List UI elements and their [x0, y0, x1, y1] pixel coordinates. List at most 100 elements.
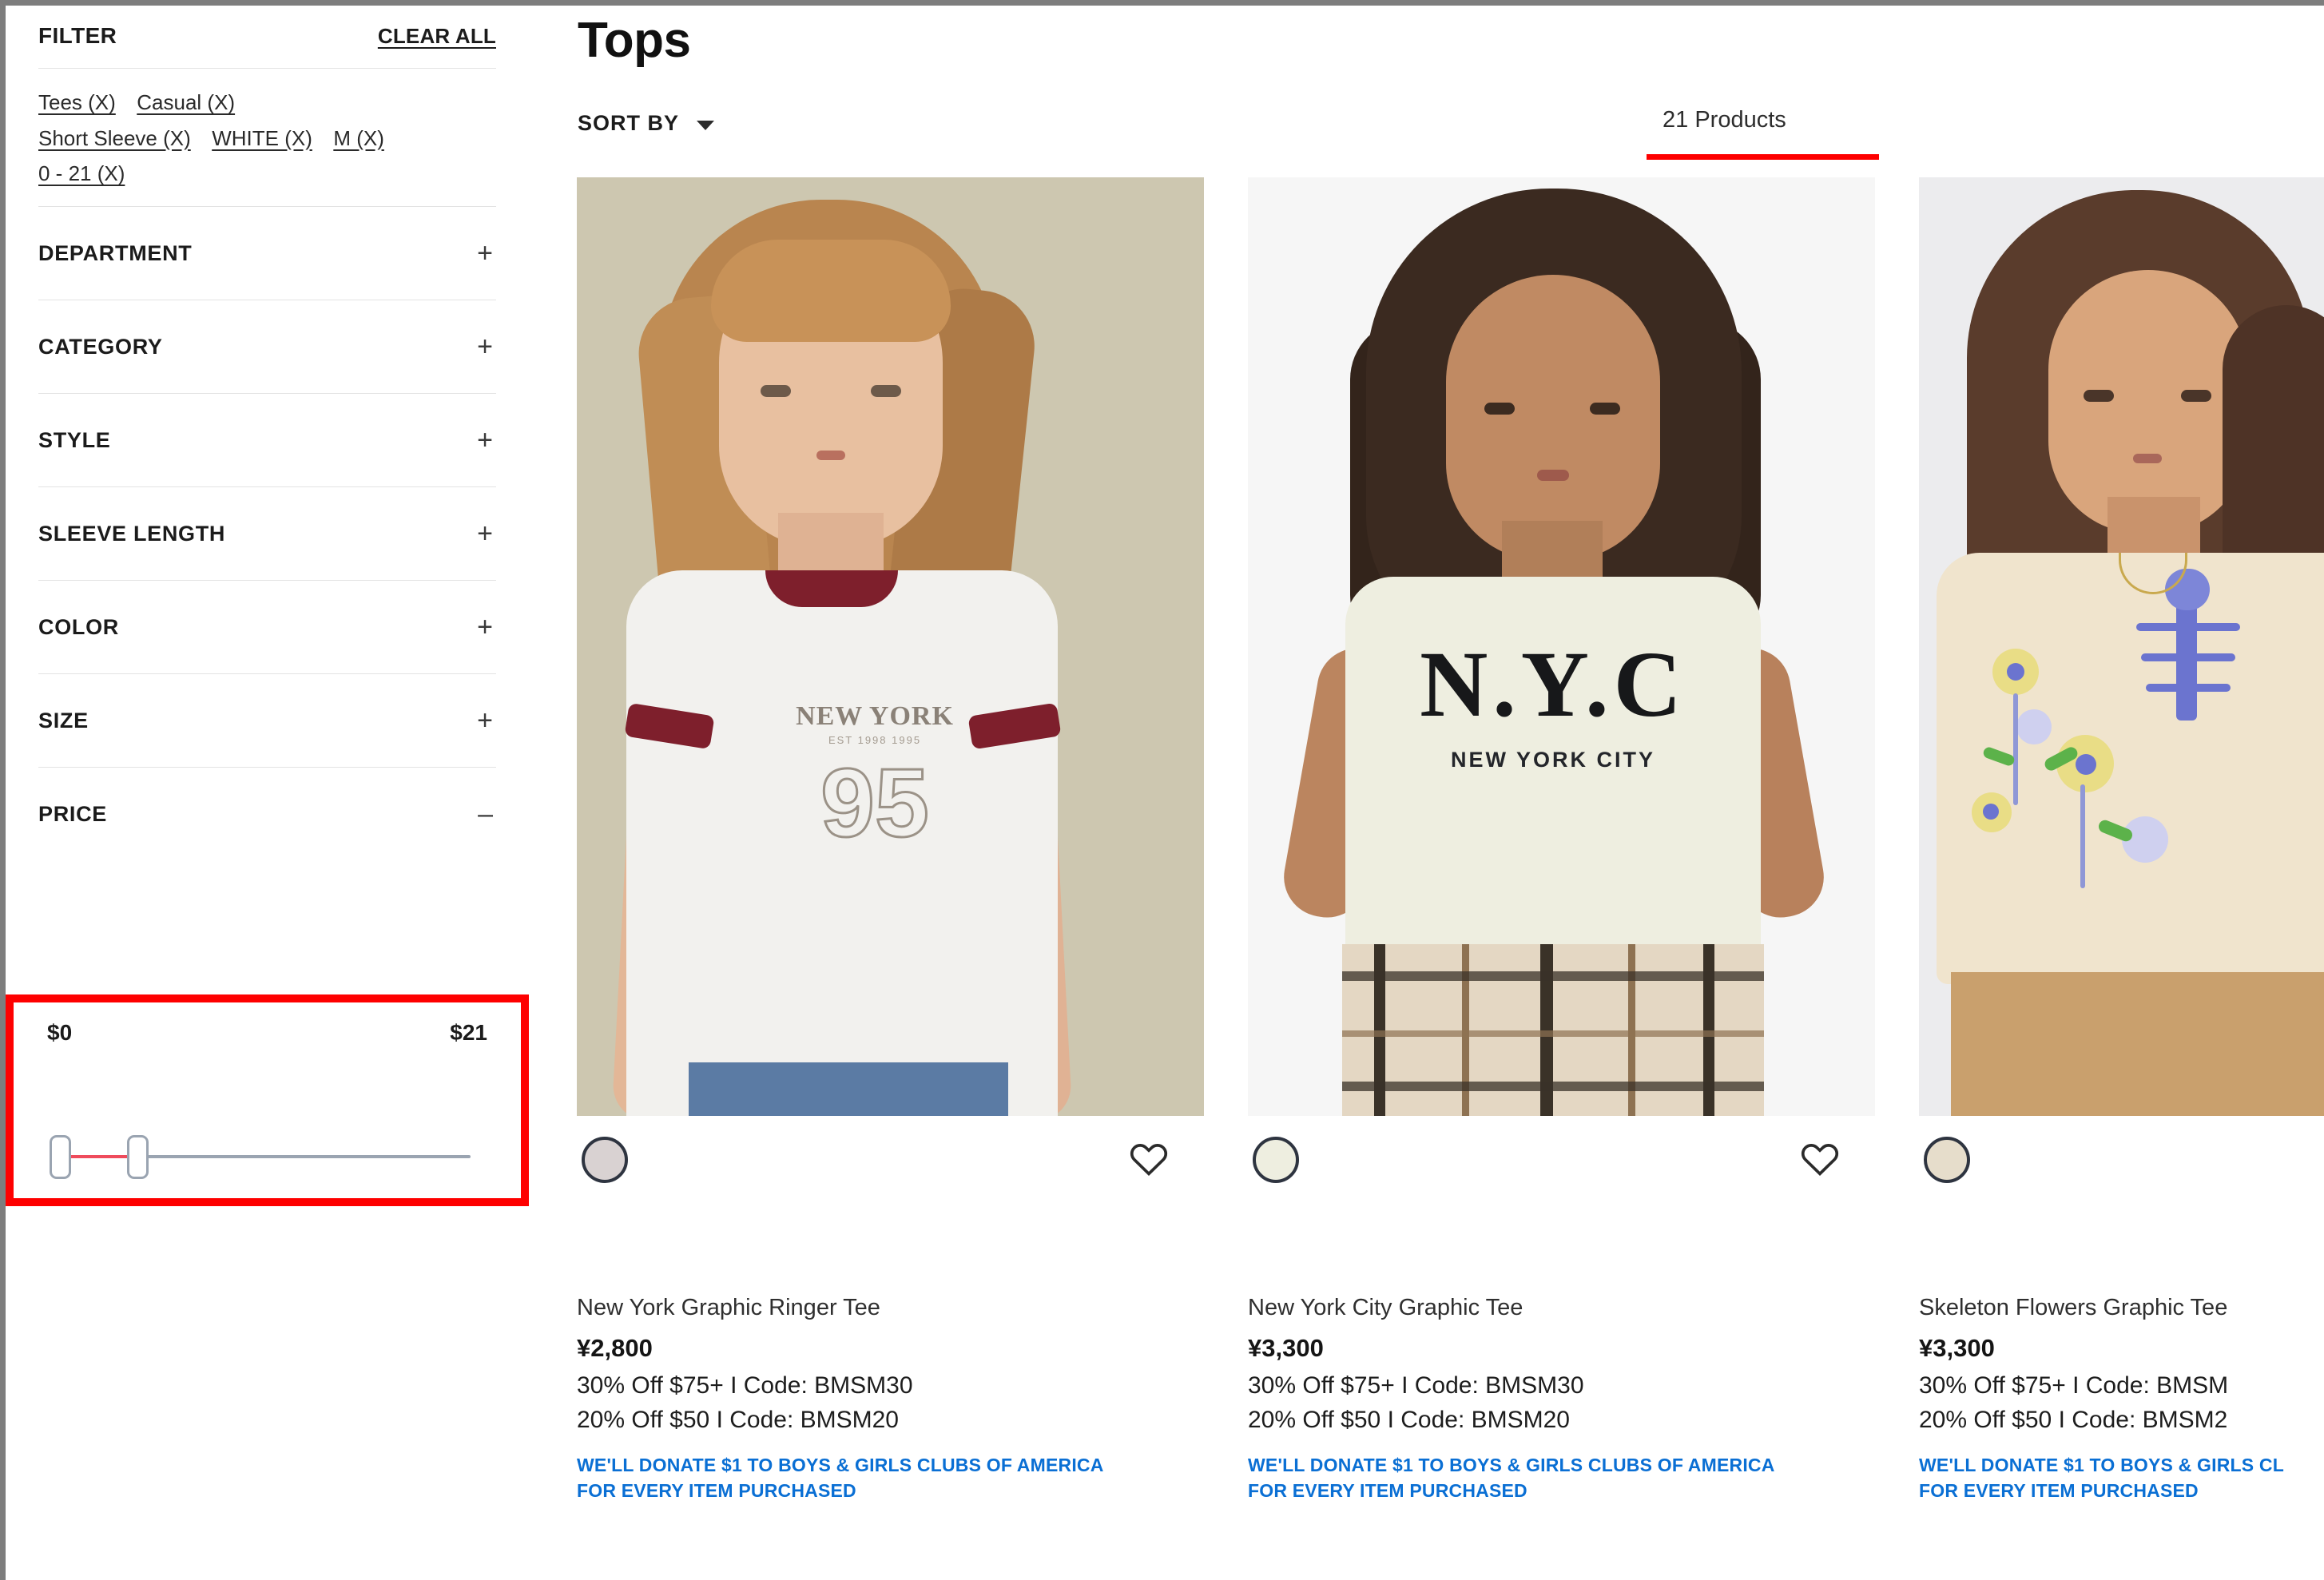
- shirt-graphic-sub: NEW YORK CITY: [1450, 748, 1655, 772]
- accordion-style[interactable]: STYLE +: [38, 394, 496, 486]
- active-filter-chips: Tees (X) Casual (X) Short Sleeve (X) WHI…: [38, 69, 496, 206]
- plus-icon: +: [477, 425, 493, 456]
- donation-line-2: FOR EVERY ITEM PURCHASED: [577, 1479, 856, 1501]
- price-range-slider[interactable]: [47, 1129, 471, 1185]
- page-title: Tops: [578, 13, 691, 68]
- card-info: Skeleton Flowers Graphic Tee ¥3,300 30% …: [1919, 1221, 2324, 1503]
- accordion-label: PRICE: [38, 801, 108, 826]
- card-info: New York Graphic Ringer Tee ¥2,800 30% O…: [577, 1221, 1204, 1503]
- sort-by-label: SORT BY: [578, 111, 680, 135]
- accordion-label: SIZE: [38, 708, 89, 732]
- product-card[interactable]: Skeleton Flowers Graphic Tee ¥3,300 30% …: [1919, 177, 2324, 1503]
- active-filter-price-range[interactable]: 0 - 21 (X): [38, 156, 125, 192]
- model-jeans: [689, 1062, 1008, 1116]
- products-count-label: 21 Products: [1663, 107, 1786, 133]
- card-meta-row: [1248, 1116, 1875, 1221]
- plus-icon: +: [477, 331, 493, 363]
- product-donation-note: WE'LL DONATE $1 TO BOYS & GIRLS CL FOR E…: [1919, 1453, 2324, 1503]
- slider-handle-max[interactable]: [127, 1135, 149, 1179]
- shirt-graphic: NEW YORK EST 1998 1995 95: [783, 698, 967, 855]
- sort-by-dropdown[interactable]: SORT BY: [578, 111, 715, 136]
- chevron-down-icon: [697, 120, 715, 130]
- product-card[interactable]: N.Y.C NEW YORK CITY New York City Graphi…: [1248, 177, 1875, 1503]
- card-meta-row: [577, 1116, 1204, 1221]
- filter-title: FILTER: [38, 23, 117, 48]
- product-promo-1: 30% Off $75+ I Code: BMSM30: [1248, 1372, 1584, 1399]
- accordion-size[interactable]: SIZE +: [38, 674, 496, 767]
- product-image[interactable]: NEW YORK EST 1998 1995 95: [577, 177, 1204, 1116]
- product-price: ¥2,800: [577, 1334, 653, 1362]
- active-filter-short-sleeve[interactable]: Short Sleeve (X): [38, 121, 191, 157]
- product-shirt: [1937, 553, 2324, 984]
- filter-sidebar: FILTER CLEAR ALL Tees (X) Casual (X) Sho…: [6, 6, 529, 1580]
- product-name[interactable]: New York City Graphic Tee: [1248, 1295, 1875, 1321]
- model-face: [1446, 275, 1660, 561]
- price-min-label: $0: [47, 1020, 73, 1045]
- accordion-label: COLOR: [38, 614, 119, 639]
- active-filter-casual[interactable]: Casual (X): [137, 85, 235, 121]
- product-image[interactable]: [1919, 177, 2324, 1116]
- shirt-ringer-collar: [765, 570, 898, 607]
- shirt-graphic-top: NEW YORK: [796, 701, 954, 731]
- model-plaid-skirt: [1342, 944, 1764, 1116]
- wishlist-heart-icon[interactable]: [1799, 1138, 1841, 1180]
- slider-handle-min[interactable]: [50, 1135, 71, 1179]
- model-bangs: [711, 240, 951, 342]
- color-swatch[interactable]: [1253, 1137, 1299, 1183]
- model-face: [2048, 270, 2248, 534]
- color-swatch[interactable]: [582, 1137, 628, 1183]
- active-filter-size-m[interactable]: M (X): [333, 121, 384, 157]
- price-range-labels: $0 $21: [47, 1020, 487, 1046]
- donation-line-1: WE'LL DONATE $1 TO BOYS & GIRLS CLUBS OF…: [1248, 1455, 1775, 1475]
- donation-line-2: FOR EVERY ITEM PURCHASED: [1919, 1479, 2199, 1501]
- wishlist-heart-icon[interactable]: [1128, 1138, 1170, 1180]
- products-count-underline: [1647, 154, 1879, 160]
- accordion-price[interactable]: PRICE –: [38, 768, 496, 860]
- clear-all-link[interactable]: CLEAR ALL: [378, 24, 496, 49]
- color-swatch[interactable]: [1924, 1137, 1970, 1183]
- accordion-category[interactable]: CATEGORY +: [38, 300, 496, 393]
- shirt-graphic-top: N.Y.C: [1420, 632, 1686, 736]
- product-price: ¥3,300: [1248, 1334, 1324, 1362]
- product-promo-2: 20% Off $50 I Code: BMSM20: [577, 1407, 899, 1433]
- active-filter-tees[interactable]: Tees (X): [38, 85, 116, 121]
- plus-icon: +: [477, 518, 493, 550]
- active-filter-white[interactable]: WHITE (X): [212, 121, 312, 157]
- minus-icon: –: [478, 799, 493, 830]
- product-promo-1: 30% Off $75+ I Code: BMSM30: [577, 1372, 913, 1399]
- plus-icon: +: [477, 705, 493, 736]
- plus-icon: +: [477, 612, 493, 643]
- price-max-label: $21: [450, 1020, 487, 1045]
- product-price: ¥3,300: [1919, 1334, 1995, 1362]
- shirt-graphic-number: 95: [820, 748, 931, 857]
- price-filter-highlight-box: $0 $21: [6, 994, 529, 1206]
- product-promo-2: 20% Off $50 I Code: BMSM2: [1919, 1407, 2228, 1433]
- product-donation-note: WE'LL DONATE $1 TO BOYS & GIRLS CLUBS OF…: [577, 1453, 1204, 1503]
- filter-header: FILTER CLEAR ALL: [38, 6, 496, 68]
- product-name[interactable]: Skeleton Flowers Graphic Tee: [1919, 1295, 2324, 1321]
- shirt-graphic-sub: EST 1998 1995: [828, 734, 922, 746]
- donation-line-1: WE'LL DONATE $1 TO BOYS & GIRLS CLUBS OF…: [577, 1455, 1104, 1475]
- card-meta-row: [1919, 1116, 2324, 1221]
- accordion-department[interactable]: DEPARTMENT +: [38, 207, 496, 300]
- model-pants: [1951, 972, 2324, 1116]
- browser-viewport: FILTER CLEAR ALL Tees (X) Casual (X) Sho…: [0, 0, 2324, 1580]
- product-promo-1: 30% Off $75+ I Code: BMSM: [1919, 1372, 2229, 1399]
- accordion-label: STYLE: [38, 427, 111, 452]
- product-donation-note: WE'LL DONATE $1 TO BOYS & GIRLS CLUBS OF…: [1248, 1453, 1875, 1503]
- plus-icon: +: [477, 238, 493, 269]
- product-promo-2: 20% Off $50 I Code: BMSM20: [1248, 1407, 1570, 1433]
- product-image[interactable]: N.Y.C NEW YORK CITY: [1248, 177, 1875, 1116]
- card-info: New York City Graphic Tee ¥3,300 30% Off…: [1248, 1221, 1875, 1503]
- accordion-label: DEPARTMENT: [38, 240, 193, 265]
- accordion-sleeve-length[interactable]: SLEEVE LENGTH +: [38, 487, 496, 580]
- accordion-label: CATEGORY: [38, 334, 163, 359]
- product-card[interactable]: NEW YORK EST 1998 1995 95 New York Graph…: [577, 177, 1204, 1503]
- accordion-label: SLEEVE LENGTH: [38, 521, 226, 546]
- product-name[interactable]: New York Graphic Ringer Tee: [577, 1295, 1204, 1321]
- shirt-graphic: N.Y.C NEW YORK CITY: [1396, 637, 1710, 845]
- accordion-color[interactable]: COLOR +: [38, 581, 496, 673]
- donation-line-1: WE'LL DONATE $1 TO BOYS & GIRLS CL: [1919, 1455, 2284, 1475]
- product-listing-main: Tops SORT BY 21 Products NEW YORK EST 19…: [529, 6, 2324, 1580]
- donation-line-2: FOR EVERY ITEM PURCHASED: [1248, 1479, 1527, 1501]
